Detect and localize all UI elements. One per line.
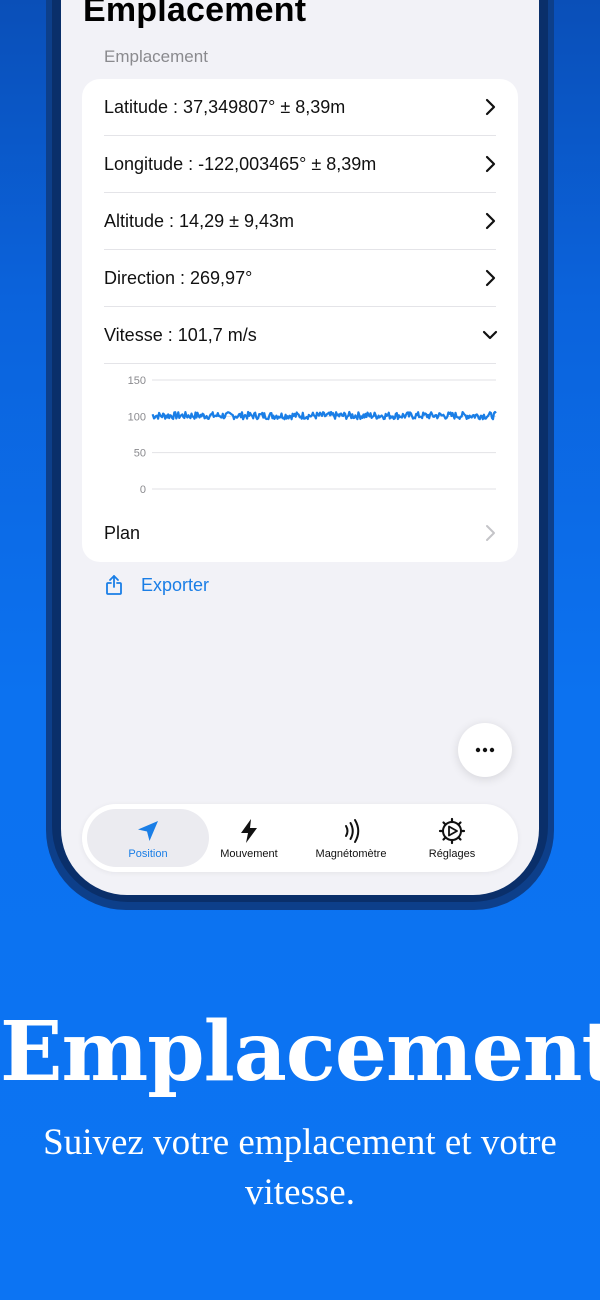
row-longitude[interactable]: Longitude : -122,003465° ± 8,39m xyxy=(82,136,518,193)
gear-icon xyxy=(438,817,466,845)
row-latitude[interactable]: Latitude : 37,349807° ± 8,39m xyxy=(82,79,518,136)
more-button[interactable] xyxy=(458,723,512,777)
section-label: Emplacement xyxy=(104,47,208,66)
row-altitude-label: Altitude : 14,29 ± 9,43m xyxy=(104,211,294,231)
chevron-right-icon xyxy=(485,269,496,287)
row-direction[interactable]: Direction : 269,97° xyxy=(82,250,518,307)
row-plan[interactable]: Plan xyxy=(82,505,518,562)
tab-bar: Position Mouvement Magnétomètre Réglages xyxy=(82,804,518,872)
page-title: Emplacement xyxy=(83,0,307,29)
chart-y-tick-label: 50 xyxy=(134,448,146,460)
location-arrow-icon xyxy=(138,821,158,841)
tab-reglages-label: Réglages xyxy=(428,848,476,860)
bolt-icon xyxy=(241,819,257,843)
row-longitude-label: Longitude : -122,003465° ± 8,39m xyxy=(104,154,377,174)
tab-reglages[interactable]: Réglages xyxy=(391,809,513,867)
chevron-right-icon xyxy=(485,155,496,173)
chevron-right-icon xyxy=(486,525,495,541)
row-plan-label: Plan xyxy=(104,523,141,543)
chart-y-tick-label: 100 xyxy=(128,411,146,423)
speed-chart: 150 100 50 0 xyxy=(82,363,518,505)
hero-title: Emplacement xyxy=(0,1004,600,1100)
chevron-down-icon xyxy=(482,330,498,340)
export-label: Exporter xyxy=(141,574,210,595)
row-vitesse-label: Vitesse : 101,7 m/s xyxy=(104,325,257,345)
ellipsis-icon xyxy=(475,747,495,753)
share-icon xyxy=(106,575,122,595)
speed-chart-svg: 150 100 50 0 xyxy=(128,375,497,496)
hero-subtitle: Suivez votre emplacement et votre vitess… xyxy=(43,1122,557,1213)
chevron-right-icon xyxy=(485,98,496,116)
export-button[interactable]: Exporter xyxy=(105,570,209,600)
row-altitude[interactable]: Altitude : 14,29 ± 9,43m xyxy=(82,193,518,250)
row-direction-label: Direction : 269,97° xyxy=(104,268,253,288)
row-latitude-label: Latitude : 37,349807° ± 8,39m xyxy=(104,97,346,117)
chevron-right-icon xyxy=(485,212,496,230)
speed-series-line xyxy=(151,410,497,421)
chart-y-tick-label: 150 xyxy=(128,375,146,387)
phone-screen: Emplacement Emplacement Latitude : 37,34… xyxy=(61,0,539,895)
chart-y-tick-label: 0 xyxy=(140,484,146,496)
sensor-list-card: Latitude : 37,349807° ± 8,39m Longitude … xyxy=(82,79,518,562)
signal-waves-icon xyxy=(345,819,360,843)
row-vitesse[interactable]: Vitesse : 101,7 m/s xyxy=(82,307,518,364)
